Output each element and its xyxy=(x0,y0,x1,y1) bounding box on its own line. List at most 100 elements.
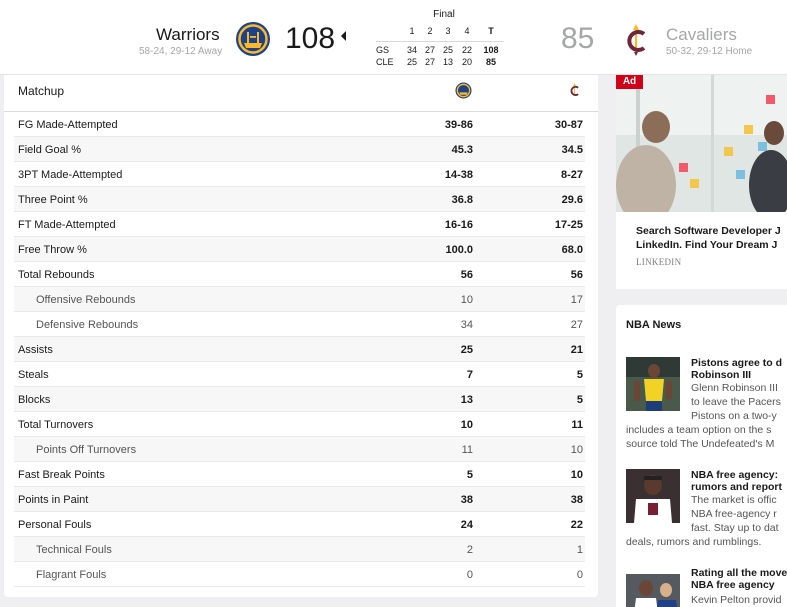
stat-name: Assists xyxy=(18,344,53,356)
period-score: 27 xyxy=(424,57,435,67)
ad-source: LINKEDIN xyxy=(636,257,682,267)
away-team-record: 58-24, 29-12 Away xyxy=(139,46,223,57)
period-score: 13 xyxy=(442,57,453,67)
home-stat-value: 5 xyxy=(576,394,583,406)
home-stat-value: 11 xyxy=(571,419,583,431)
stat-row: Free Throw % 100.0 68.0 xyxy=(14,237,585,262)
ad-headline[interactable]: Search Software Developer J LinkedIn. Fi… xyxy=(636,224,781,252)
stat-row: Total Rebounds 56 56 xyxy=(14,262,585,287)
home-team-name[interactable]: Cavaliers xyxy=(666,25,737,45)
stat-row: Defensive Rebounds 34 27 xyxy=(14,312,585,337)
away-stat-value: 45.3 xyxy=(451,144,473,156)
stat-row: Total Turnovers 10 11 xyxy=(14,412,585,437)
home-stat-value: 27 xyxy=(570,319,583,331)
period-label: 4 xyxy=(464,26,470,36)
stat-row: Three Point % 36.8 29.6 xyxy=(14,187,585,212)
stat-name: Offensive Rebounds xyxy=(36,294,136,306)
away-team-name[interactable]: Warriors xyxy=(156,25,220,45)
stat-row: Offensive Rebounds 10 17 xyxy=(14,287,585,312)
news-headline[interactable]: NBA free agency: rumors and report xyxy=(691,469,782,493)
stat-row: Fast Break Points 5 10 xyxy=(14,462,585,487)
linescore-divider xyxy=(376,41,504,42)
away-stat-value: 16-16 xyxy=(444,219,473,231)
news-summary-continued: includes a team option on the s source t… xyxy=(626,423,774,451)
stat-name: Three Point % xyxy=(18,194,88,206)
home-stat-value: 29.6 xyxy=(561,194,583,206)
ad-image[interactable] xyxy=(616,75,787,212)
home-stat-value: 68.0 xyxy=(561,244,583,256)
home-team-record: 50-32, 29-12 Home xyxy=(666,46,753,57)
stat-name: Personal Fouls xyxy=(18,519,92,531)
away-stat-value: 39-86 xyxy=(444,119,473,131)
home-stat-value: 22 xyxy=(570,519,583,531)
stat-row: FT Made-Attempted 16-16 17-25 xyxy=(14,212,585,237)
ad-badge: Ad xyxy=(616,75,643,89)
period-label: 1 xyxy=(409,26,415,36)
stat-name: Defensive Rebounds xyxy=(36,319,139,331)
news-headline-line: NBA free agency: xyxy=(691,469,779,481)
stat-name: Steals xyxy=(18,369,49,381)
stat-row: Technical Fouls 2 1 xyxy=(14,537,585,562)
stat-name: Field Goal % xyxy=(18,144,81,156)
team-stats-card: Matchup FG Made-Attempted 39-86 30-87 Field… xyxy=(4,75,598,597)
stat-name: Technical Fouls xyxy=(36,544,112,556)
game-header: Warriors 58-24, 29-12 Away 108 Final 1 2… xyxy=(0,0,787,75)
home-stat-value: 1 xyxy=(576,544,583,556)
away-stat-value: 34 xyxy=(460,319,473,331)
stat-row: Steals 7 5 xyxy=(14,362,585,387)
home-stat-value: 10 xyxy=(570,469,583,481)
stat-name: Total Turnovers xyxy=(18,419,94,431)
home-stat-value: 10 xyxy=(570,444,583,456)
away-stat-value: 25 xyxy=(460,344,473,356)
away-stat-value: 38 xyxy=(460,494,473,506)
stat-row: Flagrant Fouls 0 0 xyxy=(14,562,585,587)
period-score: 22 xyxy=(461,45,472,55)
stat-row: 3PT Made-Attempted 14-38 8-27 xyxy=(14,162,585,187)
away-stat-value: 2 xyxy=(466,544,473,556)
news-thumbnail[interactable] xyxy=(626,567,680,607)
nba-news-card: NBA News Pistons agree to d Robinson III… xyxy=(616,305,787,607)
home-stat-value: 56 xyxy=(570,269,583,281)
home-stat-value: 5 xyxy=(576,369,583,381)
news-thumbnail[interactable] xyxy=(626,357,680,411)
stat-name: Points Off Turnovers xyxy=(36,444,137,456)
news-summary-line: Kevin Pelton provid xyxy=(691,594,782,606)
news-summary-line: source told The Undefeated's M xyxy=(626,438,775,450)
home-stat-value: 34.5 xyxy=(561,144,583,156)
stat-name: Blocks xyxy=(18,394,51,406)
news-summary: Kevin Pelton provid xyxy=(691,593,781,607)
home-stat-value: 21 xyxy=(570,344,583,356)
news-summary-line: fast. Stay up to dat xyxy=(691,522,779,534)
ad-card[interactable]: Ad Search Software Developer J LinkedIn.… xyxy=(616,75,787,289)
news-headline-line: Pistons agree to d xyxy=(691,357,783,369)
news-headline[interactable]: Rating all the move NBA free agency xyxy=(691,567,787,591)
warriors-logo-icon[interactable] xyxy=(235,21,271,57)
news-summary-line: to leave the Pacers xyxy=(691,396,781,408)
warriors-mini-logo-icon xyxy=(455,82,472,99)
home-score: 85 xyxy=(561,22,595,55)
away-stat-value: 24 xyxy=(460,519,473,531)
stat-row: FG Made-Attempted 39-86 30-87 xyxy=(14,112,585,137)
stat-name: 3PT Made-Attempted xyxy=(18,169,123,181)
news-summary-line: Pistons on a two-y xyxy=(691,410,777,422)
cavaliers-logo-icon[interactable] xyxy=(624,22,648,58)
news-title: NBA News xyxy=(626,319,682,331)
news-summary: Glenn Robinson III to leave the Pacers P… xyxy=(691,381,781,423)
away-stat-value: 0 xyxy=(466,569,473,581)
news-summary-line: Glenn Robinson III xyxy=(691,382,778,394)
ad-headline-line: Search Software Developer J xyxy=(636,225,781,237)
away-stat-value: 13 xyxy=(460,394,473,406)
news-headline-line: Robinson III xyxy=(691,369,752,381)
news-summary: The market is offic NBA free-agency r fa… xyxy=(691,493,779,535)
winner-arrow-icon xyxy=(341,31,346,41)
stat-name: FT Made-Attempted xyxy=(18,219,116,231)
away-stat-value: 7 xyxy=(466,369,473,381)
stat-name: Flagrant Fouls xyxy=(36,569,107,581)
news-summary-line: The market is offic xyxy=(691,494,777,506)
away-stat-value: 11 xyxy=(461,444,473,456)
news-headline[interactable]: Pistons agree to d Robinson III xyxy=(691,357,782,381)
news-thumbnail[interactable] xyxy=(626,469,680,523)
news-summary-line: includes a team option on the s xyxy=(626,424,772,436)
news-summary-line: NBA free-agency r xyxy=(691,508,777,520)
away-stat-value: 56 xyxy=(460,269,473,281)
